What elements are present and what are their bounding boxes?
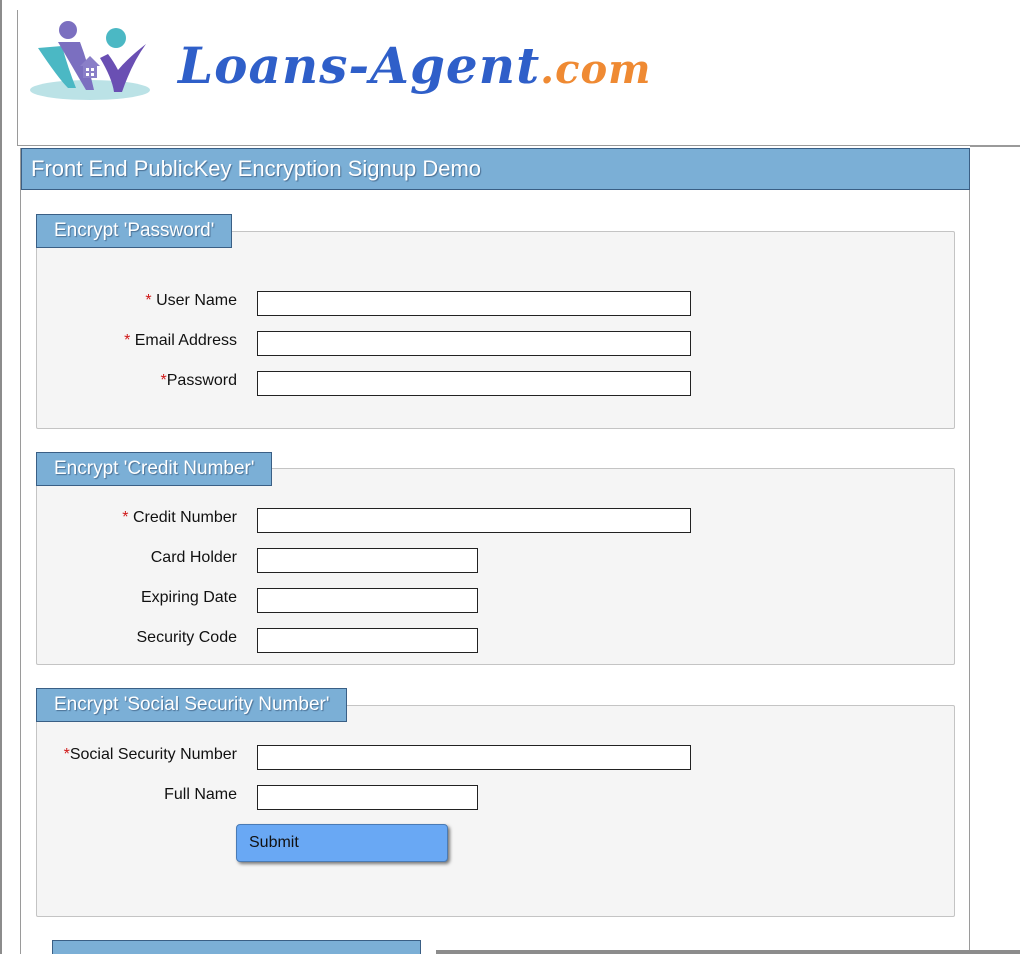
email-row: * Email Address bbox=[37, 331, 956, 357]
window-left-border bbox=[0, 0, 2, 954]
security-code-row: Security Code bbox=[37, 628, 956, 654]
password-row: *Password bbox=[37, 371, 956, 397]
logo-people-house-icon bbox=[30, 21, 150, 100]
card-holder-row: Card Holder bbox=[37, 548, 956, 574]
credit-number-label: * Credit Number bbox=[122, 509, 237, 526]
user-name-row: * User Name bbox=[37, 291, 956, 317]
expiring-date-label: Expiring Date bbox=[140, 589, 237, 606]
ssn-row: *Social Security Number bbox=[37, 745, 956, 771]
logo-text-suffix: .com bbox=[540, 46, 652, 93]
card-holder-input[interactable] bbox=[257, 548, 478, 573]
submit-button[interactable]: Submit bbox=[236, 824, 448, 862]
window-bottom-border bbox=[436, 950, 1020, 954]
logo-text-main: Loans-Agent bbox=[178, 36, 541, 95]
required-marker: * bbox=[122, 509, 133, 526]
full-name-input[interactable] bbox=[257, 785, 478, 810]
ssn-label: *Social Security Number bbox=[63, 746, 237, 763]
password-label: *Password bbox=[160, 372, 237, 389]
security-code-input[interactable] bbox=[257, 628, 478, 653]
divider bbox=[970, 146, 1020, 147]
ssn-fieldset: *Social Security Number Full Name bbox=[36, 705, 955, 917]
site-logo[interactable]: Loans-Agent.com bbox=[28, 18, 650, 110]
card-holder-label: Card Holder bbox=[150, 549, 237, 566]
security-code-label: Security Code bbox=[136, 629, 238, 646]
password-section-legend: Encrypt 'Password' bbox=[36, 214, 233, 248]
user-name-label: * User Name bbox=[145, 292, 237, 309]
user-name-input[interactable] bbox=[257, 291, 691, 316]
credit-number-input[interactable] bbox=[257, 508, 691, 533]
credit-fieldset: * Credit Number Card Holder Expiring Dat… bbox=[36, 468, 955, 665]
logo-wordmark: Loans-Agent.com bbox=[178, 36, 651, 95]
required-marker: * bbox=[124, 332, 135, 349]
ssn-section-legend: Encrypt 'Social Security Number' bbox=[36, 688, 348, 722]
email-address-input[interactable] bbox=[257, 331, 691, 356]
full-name-row: Full Name bbox=[37, 785, 956, 811]
signup-panel: Front End PublicKey Encryption Signup De… bbox=[20, 148, 970, 954]
password-fieldset: * User Name * Email Address *Password bbox=[36, 231, 955, 429]
page-title: Front End PublicKey Encryption Signup De… bbox=[21, 148, 970, 190]
email-address-label: * Email Address bbox=[124, 332, 237, 349]
full-name-label: Full Name bbox=[164, 786, 237, 803]
ssn-input[interactable] bbox=[257, 745, 691, 770]
credit-section-legend: Encrypt 'Credit Number' bbox=[36, 452, 273, 486]
credit-number-row: * Credit Number bbox=[37, 508, 956, 534]
password-input[interactable] bbox=[257, 371, 691, 396]
required-marker: * bbox=[145, 292, 157, 309]
expiring-date-row: Expiring Date bbox=[37, 588, 956, 614]
next-section-legend bbox=[52, 940, 421, 954]
expiring-date-input[interactable] bbox=[257, 588, 478, 613]
